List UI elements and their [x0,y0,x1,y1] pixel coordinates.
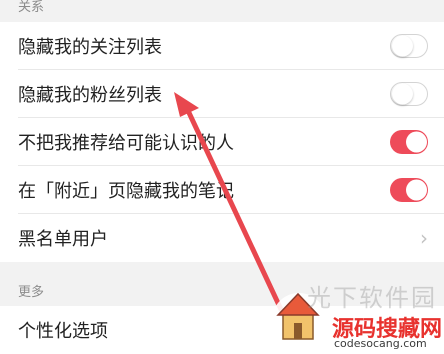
setting-label: 隐藏我的粉丝列表 [18,85,162,106]
setting-row-blacklist[interactable]: 黑名单用户 › [0,214,444,262]
section-header-relations: 关系 [18,0,45,15]
hide-followers-toggle[interactable] [390,82,428,106]
setting-row-hide-following[interactable]: 隐藏我的关注列表 [0,22,444,70]
setting-label: 在「附近」页隐藏我的笔记 [18,181,234,202]
setting-label: 隐藏我的关注列表 [18,37,162,58]
toggle-knob [392,35,413,57]
setting-row-no-recommend[interactable]: 不把我推荐给可能认识的人 [0,118,444,166]
setting-row-hide-followers[interactable]: 隐藏我的粉丝列表 [0,70,444,118]
toggle-knob [405,131,427,153]
setting-label: 黑名单用户 [18,229,108,250]
setting-row-hide-nearby-notes[interactable]: 在「附近」页隐藏我的笔记 [0,166,444,214]
relations-settings-group: 隐藏我的关注列表 隐藏我的粉丝列表 不把我推荐给可能认识的人 在「附近」页隐藏我… [0,22,444,262]
no-recommend-toggle[interactable] [390,130,428,154]
toggle-knob [405,179,427,201]
hide-nearby-notes-toggle[interactable] [390,178,428,202]
watermark-text: 光下软件园 [307,284,437,312]
chevron-right-icon: › [420,226,428,250]
setting-label: 不把我推荐给可能认识的人 [18,133,234,154]
brand-url: codesocang.com [334,337,427,350]
hide-following-toggle[interactable] [390,34,428,58]
toggle-knob [392,83,413,105]
